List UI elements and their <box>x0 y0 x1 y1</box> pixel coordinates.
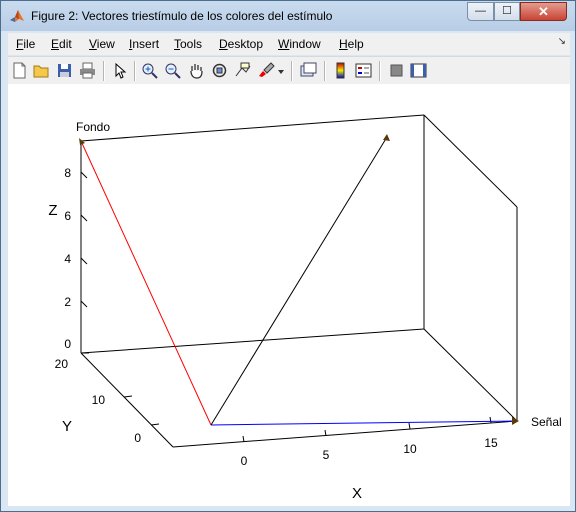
zoom-in-icon[interactable] <box>141 62 158 79</box>
toolbar-separator <box>291 61 293 81</box>
toolbar-separator <box>103 61 105 81</box>
z-tick-label: 4 <box>64 252 71 266</box>
figure-canvas[interactable]: 8 6 4 2 0 Z 20 10 0 Y 0 5 10 15 X Fondo … <box>8 84 570 506</box>
x-tick-label: 10 <box>403 442 417 456</box>
data-cursor-icon[interactable] <box>234 62 251 79</box>
x-tick-label: 5 <box>323 448 330 462</box>
print-icon[interactable] <box>79 62 96 79</box>
toolbar-separator <box>134 61 136 81</box>
z-tick <box>80 171 88 179</box>
title-bar[interactable]: Figure 2: Vectores triestímulo de los co… <box>1 1 575 31</box>
window-title: Figure 2: Vectores triestímulo de los co… <box>31 9 333 23</box>
menu-desktop[interactable]: Desktop <box>219 37 263 51</box>
plot-3d[interactable]: 8 6 4 2 0 Z 20 10 0 Y 0 5 10 15 X Fondo … <box>8 84 570 506</box>
z-tick-label: 8 <box>64 166 71 180</box>
menu-insert-rest: nsert <box>132 37 160 51</box>
box-edge <box>423 328 518 422</box>
maximize-button[interactable]: ☐ <box>494 2 520 21</box>
menu-edit-rest: dit <box>59 37 72 51</box>
z-tick-label: 2 <box>64 295 71 309</box>
z-tick <box>80 257 88 265</box>
senal-label: Señal <box>531 415 562 429</box>
x-tick-label: 15 <box>484 436 498 450</box>
y-tick-label: 10 <box>92 393 106 407</box>
z-tick <box>80 214 88 222</box>
x-tick <box>242 435 245 443</box>
matlab-icon <box>10 10 24 22</box>
third-vector[interactable] <box>210 136 388 426</box>
new-figure-icon[interactable] <box>11 62 28 79</box>
fondo-label: Fondo <box>76 120 110 134</box>
third-arrowhead <box>383 134 390 141</box>
menu-window-rest: indow <box>289 37 321 51</box>
menu-help[interactable]: Help <box>339 37 364 51</box>
menu-tools[interactable]: Tools <box>174 37 202 51</box>
save-icon[interactable] <box>56 62 73 79</box>
y-tick-label: 20 <box>55 357 69 371</box>
menu-window[interactable]: Window <box>278 37 321 51</box>
minimize-button[interactable]: — <box>467 2 494 21</box>
pan-hand-icon[interactable] <box>188 62 205 79</box>
brush-icon[interactable] <box>258 62 275 79</box>
close-button[interactable]: ✕ <box>520 2 567 21</box>
y-tick <box>123 395 133 398</box>
z-axis-label: Z <box>48 202 57 219</box>
box-edge <box>80 328 425 354</box>
x-axis-label: X <box>352 485 362 502</box>
dock-arrow-icon[interactable]: ↘ <box>558 36 566 47</box>
menu-file[interactable]: File <box>16 37 35 51</box>
figure-toolbar <box>8 56 570 85</box>
menu-insert[interactable]: Insert <box>129 37 159 51</box>
menu-view[interactable]: View <box>89 37 115 51</box>
link-plot-icon[interactable] <box>300 62 317 79</box>
menu-tools-rest: ools <box>180 37 203 51</box>
x-tick-label: 0 <box>241 454 248 468</box>
menu-view-rest: iew <box>96 37 115 51</box>
menu-desktop-rest: esktop <box>227 37 264 51</box>
rotate-3d-icon[interactable] <box>211 62 228 79</box>
y-tick-label: 0 <box>134 431 141 445</box>
fondo-arrowhead <box>79 138 85 145</box>
menu-help-rest: elp <box>347 37 364 51</box>
toolbar-separator <box>324 61 326 81</box>
hide-plot-tools-icon[interactable] <box>388 62 405 79</box>
menu-file-rest: ile <box>23 37 36 51</box>
y-axis-label: Y <box>62 418 72 435</box>
legend-icon[interactable] <box>355 62 372 79</box>
open-file-icon[interactable] <box>33 62 50 79</box>
senal-arrowhead <box>512 417 519 425</box>
z-tick <box>80 300 88 308</box>
menu-bar: File Edit View Insert Tools Desktop Wind… <box>8 33 570 55</box>
x-tick <box>489 416 492 424</box>
x-tick <box>408 422 411 430</box>
box-edge <box>80 114 425 142</box>
edit-plot-arrow-icon[interactable] <box>111 62 128 79</box>
menu-edit[interactable]: Edit <box>51 37 72 51</box>
brush-dropdown-icon[interactable] <box>276 62 286 79</box>
show-plot-tools-icon[interactable] <box>410 62 427 79</box>
fondo-vector[interactable] <box>80 140 212 426</box>
figure-window: Figure 2: Vectores triestímulo de los co… <box>0 0 576 512</box>
z-tick-label: 0 <box>64 337 71 351</box>
zoom-out-icon[interactable] <box>164 62 181 79</box>
y-tick <box>150 423 160 426</box>
box-edge <box>423 114 518 208</box>
z-tick-label: 6 <box>64 209 71 223</box>
colorbar-icon[interactable] <box>332 62 349 79</box>
toolbar-separator <box>379 61 381 81</box>
